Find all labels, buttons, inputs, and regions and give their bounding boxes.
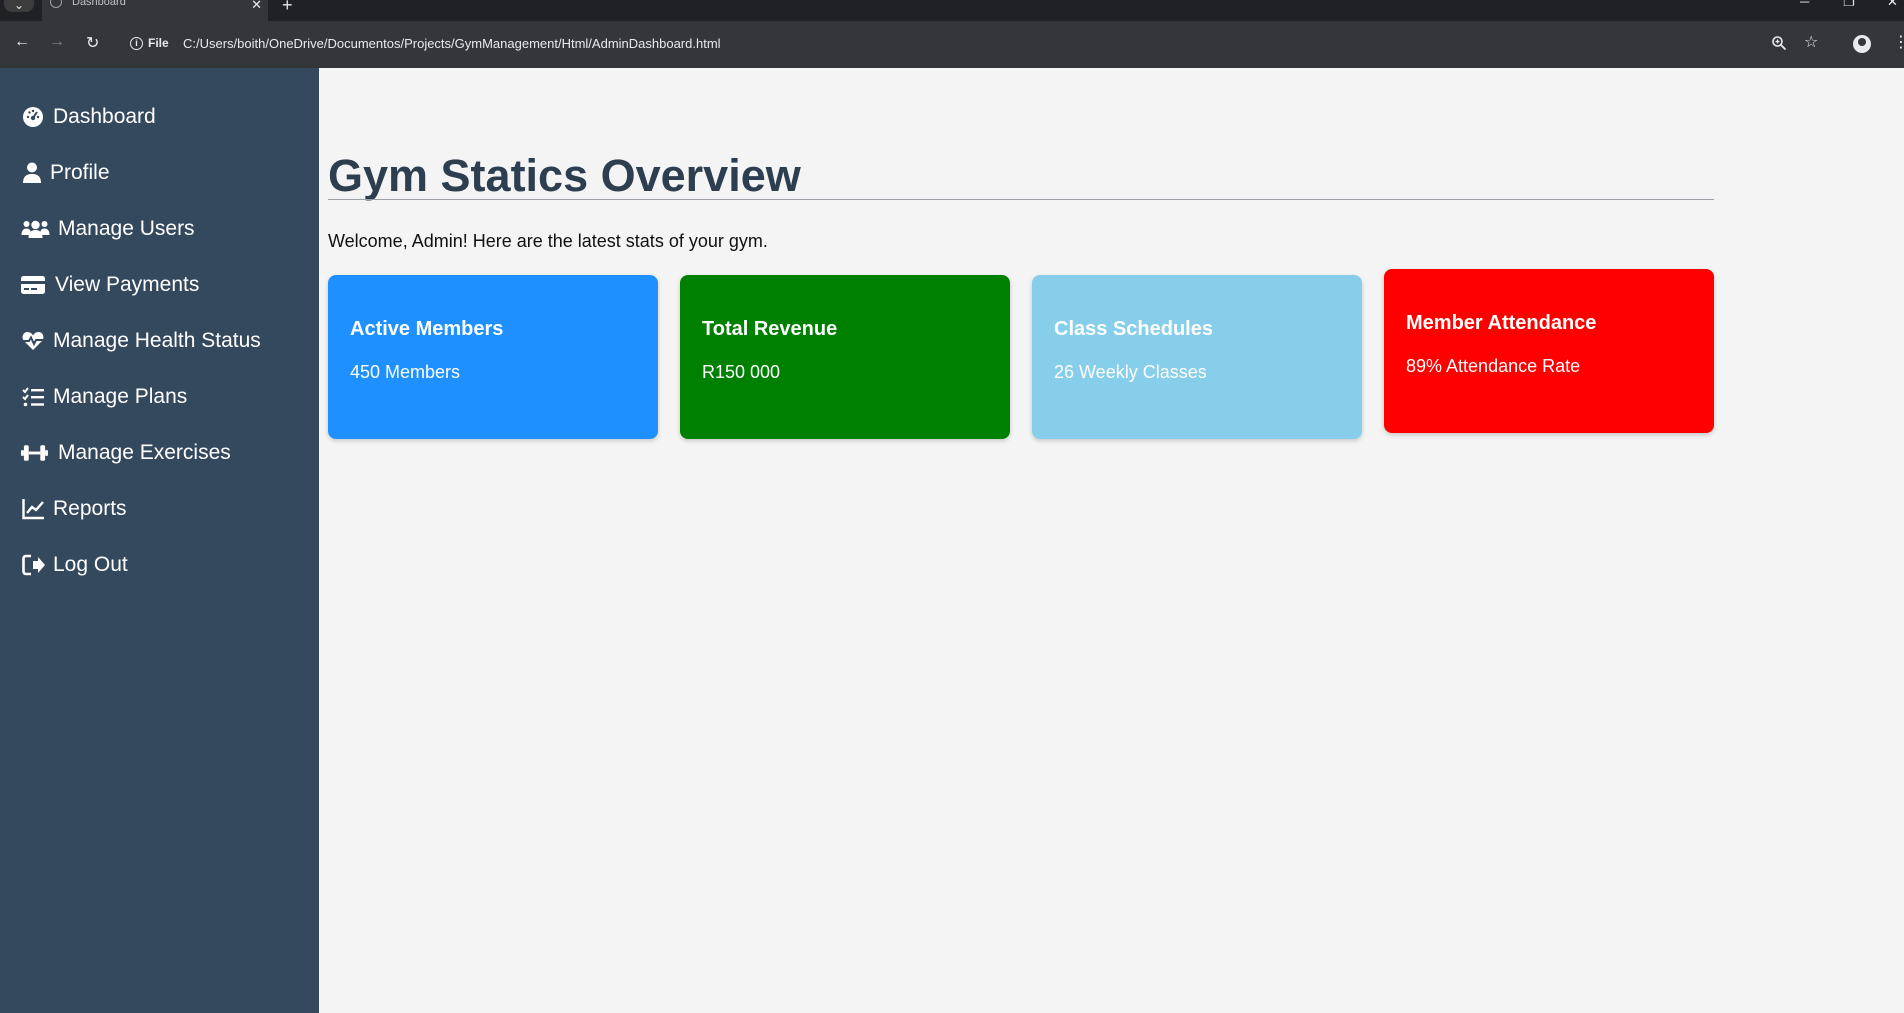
minimize-icon[interactable]: ─ bbox=[1800, 0, 1809, 9]
sidebar-item-view-payments[interactable]: View Payments bbox=[0, 263, 319, 307]
list-check-icon bbox=[22, 387, 44, 407]
window-close-icon[interactable]: ✕ bbox=[1887, 0, 1898, 10]
back-icon[interactable]: ← bbox=[14, 33, 30, 51]
sidebar-item-manage-users[interactable]: Manage Users bbox=[0, 207, 319, 251]
sidebar-item-log-out[interactable]: Log Out bbox=[0, 543, 319, 587]
dumbbell-icon bbox=[21, 445, 48, 461]
title-divider bbox=[328, 199, 1714, 200]
credit-card-icon bbox=[21, 276, 45, 294]
main-content: Gym Statics Overview Welcome, Admin! Her… bbox=[319, 68, 1904, 1013]
new-tab-button[interactable]: + bbox=[282, 0, 293, 16]
sidebar-item-label: Profile bbox=[50, 161, 110, 184]
sign-out-icon bbox=[22, 554, 45, 576]
restore-icon[interactable]: ❐ bbox=[1843, 0, 1855, 10]
sidebar-item-label: Manage Users bbox=[58, 217, 195, 240]
page-title: Gym Statics Overview bbox=[328, 150, 801, 201]
user-icon bbox=[23, 162, 41, 183]
sidebar-item-profile[interactable]: Profile bbox=[0, 151, 319, 195]
card-value: 26 Weekly Classes bbox=[1054, 362, 1207, 382]
reload-icon[interactable]: ↻ bbox=[86, 33, 99, 53]
profile-avatar-icon[interactable] bbox=[1853, 35, 1871, 53]
scheme-label: File bbox=[148, 36, 169, 50]
sidebar-item-label: View Payments bbox=[55, 273, 200, 296]
sidebar-item-label: Log Out bbox=[53, 553, 128, 576]
sidebar-item-manage-health-status[interactable]: Manage Health Status bbox=[0, 319, 319, 363]
sidebar-item-label: Manage Health Status bbox=[53, 329, 261, 352]
sidebar: Dashboard Profile Manage Users View Paym… bbox=[0, 68, 319, 1013]
sidebar-item-reports[interactable]: Reports bbox=[0, 487, 319, 531]
sidebar-item-label: Manage Exercises bbox=[58, 441, 231, 464]
users-icon bbox=[21, 220, 50, 238]
card-value: 450 Members bbox=[350, 362, 461, 382]
forward-icon[interactable]: → bbox=[49, 33, 65, 51]
card-title: Member Attendance bbox=[1406, 312, 1597, 334]
sidebar-item-dashboard[interactable]: Dashboard bbox=[0, 95, 319, 139]
tab-title: Dashboard bbox=[72, 0, 126, 8]
stat-card-active-members: Active Members 450 Members bbox=[328, 275, 658, 439]
welcome-message: Welcome, Admin! Here are the latest stat… bbox=[328, 231, 768, 251]
card-title: Class Schedules bbox=[1054, 318, 1213, 340]
dashboard-gauge-icon bbox=[23, 107, 43, 127]
sidebar-item-label: Reports bbox=[53, 497, 127, 520]
heart-pulse-icon bbox=[22, 332, 44, 350]
stat-card-member-attendance: Member Attendance 89% Attendance Rate bbox=[1384, 269, 1714, 433]
sidebar-item-label: Dashboard bbox=[53, 105, 156, 128]
bookmark-star-icon[interactable]: ☆ bbox=[1804, 32, 1818, 52]
card-title: Active Members bbox=[350, 318, 504, 340]
browser-tab[interactable]: Dashboard ✕ bbox=[42, 0, 268, 21]
tab-search-button[interactable]: ⌄ bbox=[4, 0, 34, 12]
card-value: R150 000 bbox=[702, 362, 781, 382]
menu-kebab-icon[interactable]: ⋮ bbox=[1893, 32, 1904, 52]
browser-tabstrip: ⌄ Dashboard ✕ + ─ ❐ ✕ bbox=[0, 0, 1904, 21]
stat-card-class-schedules: Class Schedules 26 Weekly Classes bbox=[1032, 275, 1362, 439]
close-tab-icon[interactable]: ✕ bbox=[251, 0, 262, 13]
browser-toolbar: ← → ↻ i File C:/Users/boith/OneDrive/Doc… bbox=[0, 21, 1904, 68]
card-title: Total Revenue bbox=[702, 318, 838, 340]
zoom-icon[interactable] bbox=[1771, 35, 1787, 51]
stat-card-total-revenue: Total Revenue R150 000 bbox=[680, 275, 1010, 439]
address-bar[interactable]: C:/Users/boith/OneDrive/Documentos/Proje… bbox=[183, 36, 721, 51]
card-value: 89% Attendance Rate bbox=[1406, 356, 1581, 376]
globe-icon bbox=[50, 0, 62, 8]
sidebar-item-label: Manage Plans bbox=[53, 385, 188, 408]
site-info-icon[interactable]: i bbox=[130, 37, 143, 50]
chart-line-icon bbox=[22, 499, 44, 520]
sidebar-item-manage-plans[interactable]: Manage Plans bbox=[0, 375, 319, 419]
sidebar-item-manage-exercises[interactable]: Manage Exercises bbox=[0, 431, 319, 475]
